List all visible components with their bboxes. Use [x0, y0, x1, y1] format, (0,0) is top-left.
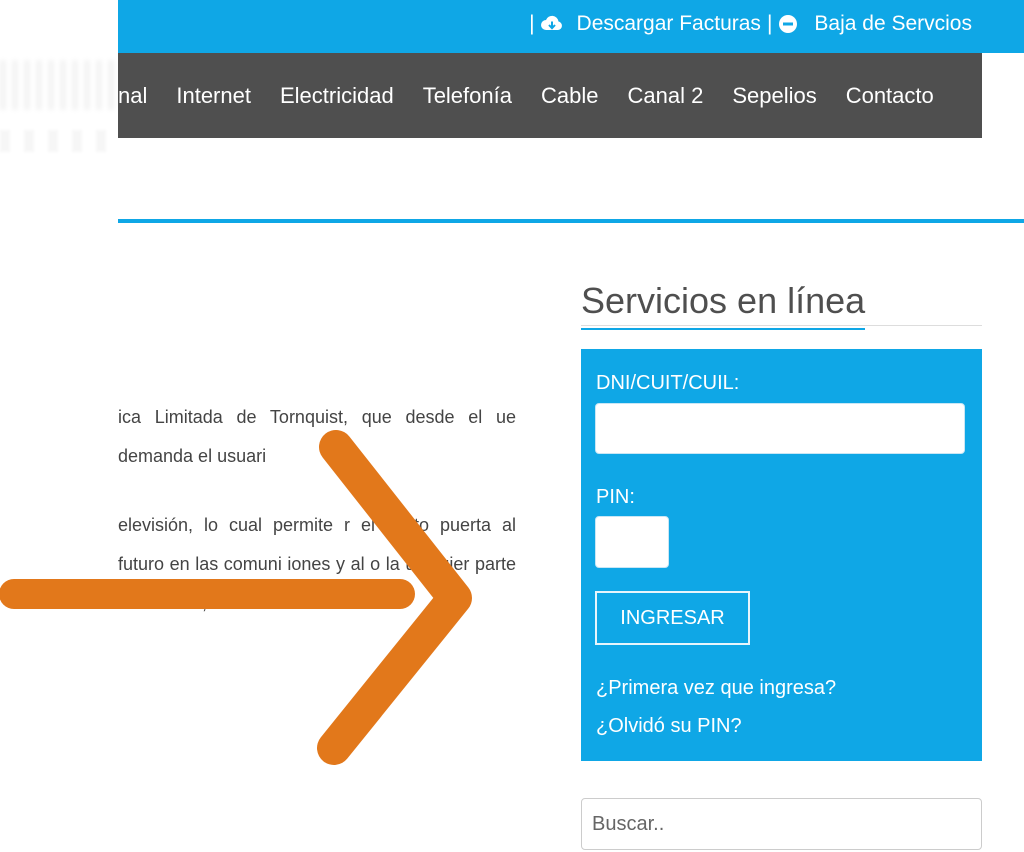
nav-item-cable[interactable]: Cable — [541, 83, 598, 109]
search-input[interactable] — [581, 798, 982, 850]
minus-circle-icon — [778, 14, 800, 34]
nav-menu: nal Internet Electricidad Telefonía Cabl… — [118, 83, 934, 109]
pin-label: PIN: — [596, 486, 635, 508]
utility-links: | Descargar Facturas | Baja de Servcios — [523, 12, 972, 36]
blurred-background — [0, 130, 118, 152]
article-paragraph: elevisión, lo cual permite r el costo pu… — [118, 515, 516, 613]
top-utility-bar: | Descargar Facturas | Baja de Servcios — [118, 0, 1024, 53]
dni-label: DNI/CUIT/CUIL: — [596, 372, 740, 394]
header-divider — [118, 219, 1024, 223]
nav-item-contacto[interactable]: Contacto — [846, 83, 934, 109]
offscreen-left-area — [0, 0, 118, 852]
blurred-background — [0, 60, 118, 110]
main-nav: nal Internet Electricidad Telefonía Cabl… — [118, 53, 982, 138]
pin-input[interactable] — [595, 516, 669, 568]
title-underline — [581, 325, 982, 326]
first-time-link[interactable]: ¿Primera vez que ingresa? — [596, 677, 836, 700]
separator: | — [529, 12, 535, 35]
article-body: ica Limitada de Tornquist, que desde el … — [118, 398, 516, 623]
article-paragraph: ica Limitada de Tornquist, que desde el … — [118, 407, 516, 466]
download-invoices-link[interactable]: Descargar Facturas — [577, 12, 761, 36]
nav-item-institucional[interactable]: nal — [118, 83, 147, 109]
forgot-pin-link[interactable]: ¿Olvidó su PIN? — [596, 715, 742, 738]
unsubscribe-services-link[interactable]: Baja de Servcios — [814, 12, 972, 36]
dni-input[interactable] — [595, 403, 965, 454]
online-services-title: Servicios en línea — [581, 280, 866, 330]
separator: | — [766, 12, 773, 35]
nav-item-electricidad[interactable]: Electricidad — [280, 83, 394, 109]
ingresar-button[interactable]: INGRESAR — [595, 591, 750, 645]
nav-item-canal-2[interactable]: Canal 2 — [627, 83, 703, 109]
nav-item-sepelios[interactable]: Sepelios — [732, 83, 816, 109]
cloud-download-icon — [540, 14, 563, 34]
login-form: DNI/CUIT/CUIL: PIN: INGRESAR ¿Primera ve… — [581, 349, 982, 761]
nav-item-internet[interactable]: Internet — [176, 83, 251, 109]
nav-item-telefonia[interactable]: Telefonía — [423, 83, 512, 109]
